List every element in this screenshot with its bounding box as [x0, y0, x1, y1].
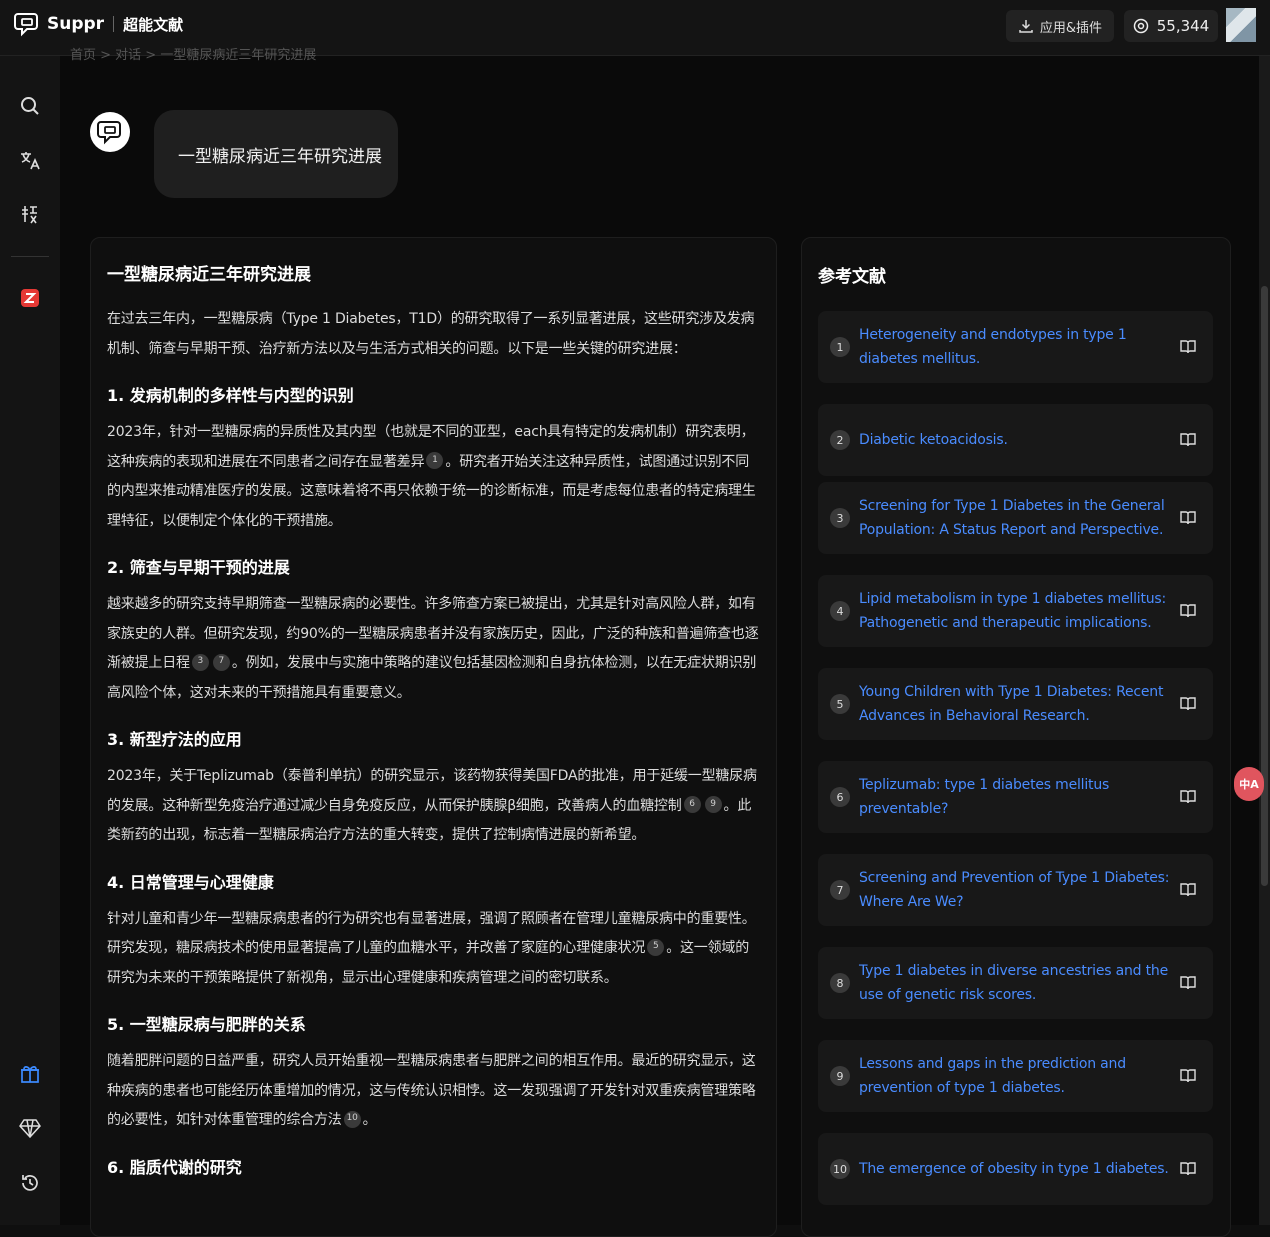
scrollbar-thumb[interactable] — [1261, 286, 1268, 886]
reference-number: 3 — [830, 508, 850, 528]
reference-card[interactable]: 8 Type 1 diabetes in diverse ancestries … — [818, 947, 1213, 1019]
reference-title-link[interactable]: Teplizumab: type 1 diabetes mellitus pre… — [859, 773, 1174, 821]
translate-icon[interactable] — [18, 148, 42, 172]
credits-count: 55,344 — [1156, 17, 1210, 35]
sidebar-divider — [11, 256, 49, 257]
section-paragraph: 越来越多的研究支持早期筛查一型糖尿病的必要性。许多筛查方案已被提出，尤其是针对高… — [107, 596, 759, 701]
citation-badge[interactable]: 5 — [647, 938, 665, 956]
question-text: 一型糖尿病近三年研究进展 — [178, 146, 382, 167]
assistant-avatar — [90, 112, 130, 152]
document-translate-icon[interactable] — [18, 202, 42, 226]
book-open-icon[interactable] — [1179, 788, 1197, 806]
scrollbar[interactable] — [1259, 56, 1270, 1225]
reference-number: 5 — [830, 694, 850, 714]
translate-float-button[interactable]: 中A — [1234, 767, 1264, 801]
brand-name: Suppr — [47, 14, 105, 34]
reference-number: 2 — [830, 430, 850, 450]
question-bubble: 一型糖尿病近三年研究进展 — [154, 110, 398, 198]
gift-icon[interactable] — [18, 1061, 42, 1085]
reference-title-link[interactable]: Lessons and gaps in the prediction and p… — [859, 1052, 1174, 1100]
book-open-icon[interactable] — [1179, 695, 1197, 713]
book-open-icon[interactable] — [1179, 602, 1197, 620]
reference-number: 1 — [830, 337, 850, 357]
suppr-logo-icon — [97, 121, 121, 145]
apps-plugins-label: 应用&插件 — [1039, 20, 1103, 36]
reference-card[interactable]: 3 Screening for Type 1 Diabetes in the G… — [818, 482, 1213, 554]
apps-plugins-button[interactable]: 应用&插件 — [1006, 10, 1114, 42]
book-open-icon[interactable] — [1179, 881, 1197, 899]
section-paragraph: 2023年，关于Teplizumab（泰普利单抗）的研究显示，该药物获得美国FD… — [107, 768, 757, 843]
reference-card[interactable]: 6 Teplizumab: type 1 diabetes mellitus p… — [818, 761, 1213, 833]
reference-card[interactable]: 2 Diabetic ketoacidosis. — [818, 404, 1213, 476]
reference-card[interactable]: 7 Screening and Prevention of Type 1 Dia… — [818, 854, 1213, 926]
book-open-icon[interactable] — [1179, 974, 1197, 992]
section-heading: 2. 筛查与早期干预的进展 — [107, 558, 290, 577]
suppr-logo-icon — [14, 13, 38, 37]
section-heading: 3. 新型疗法的应用 — [107, 730, 242, 749]
section-heading: 5. 一型糖尿病与肥胖的关系 — [107, 1015, 306, 1034]
references-title: 参考文献 — [818, 267, 886, 287]
reference-card[interactable]: 1 Heterogeneity and endotypes in type 1 … — [818, 311, 1213, 383]
reference-number: 9 — [830, 1066, 850, 1086]
reference-title-link[interactable]: Screening for Type 1 Diabetes in the Gen… — [859, 494, 1174, 542]
section-paragraph: 随着肥胖问题的日益严重，研究人员开始重视一型糖尿病患者与肥胖之间的相互作用。最近… — [107, 1053, 756, 1128]
answer-panel: 一型糖尿病近三年研究进展 在过去三年内，一型糖尿病（Type 1 Diabete… — [90, 237, 777, 1237]
product-name: 超能文献 — [123, 15, 184, 34]
section-heading: 6. 脂质代谢的研究 — [107, 1157, 242, 1177]
section-paragraph: 2023年，针对一型糖尿病的异质性及其内型（也就是不同的亚型，each具有特定的… — [107, 424, 756, 529]
citation-badge[interactable]: 10 — [343, 1110, 361, 1128]
reference-card[interactable]: 4 Lipid metabolism in type 1 diabetes me… — [818, 575, 1213, 647]
reference-number: 4 — [830, 601, 850, 621]
section-heading: 4. 日常管理与心理健康 — [107, 872, 274, 892]
book-open-icon[interactable] — [1179, 1160, 1197, 1178]
references-panel: 参考文献 1 Heterogeneity and endotypes in ty… — [801, 237, 1231, 1237]
translate-fab-label: 中A — [1239, 778, 1259, 791]
user-avatar[interactable] — [1226, 8, 1256, 42]
credits-button[interactable]: 55,344 — [1124, 10, 1218, 42]
answer-intro: 在过去三年内，一型糖尿病（Type 1 Diabetes，T1D）的研究取得了一… — [107, 311, 755, 357]
reference-title-link[interactable]: The emergence of obesity in type 1 diabe… — [859, 1157, 1174, 1181]
section-heading: 1. 发病机制的多样性与内型的识别 — [107, 386, 354, 405]
reference-card[interactable]: 5 Young Children with Type 1 Diabetes: R… — [818, 668, 1213, 740]
logo[interactable]: Suppr 超能文献 — [14, 11, 183, 37]
history-icon[interactable] — [18, 1171, 42, 1195]
coin-icon — [1133, 18, 1148, 34]
reference-title-link[interactable]: Young Children with Type 1 Diabetes: Rec… — [859, 680, 1174, 728]
answer-title: 一型糖尿病近三年研究进展 — [107, 265, 311, 285]
citation-badge[interactable]: 3 — [191, 653, 209, 671]
reference-number: 10 — [830, 1159, 850, 1179]
citation-badge[interactable]: 7 — [212, 653, 230, 671]
reference-title-link[interactable]: Screening and Prevention of Type 1 Diabe… — [859, 866, 1174, 914]
reference-card[interactable]: 10 The emergence of obesity in type 1 di… — [818, 1133, 1213, 1205]
reference-number: 7 — [830, 880, 850, 900]
brand-separator — [113, 16, 115, 32]
reference-number: 6 — [830, 787, 850, 807]
diamond-icon[interactable] — [18, 1116, 42, 1140]
zotero-icon[interactable] — [18, 286, 42, 310]
reference-title-link[interactable]: Diabetic ketoacidosis. — [859, 428, 1174, 452]
book-open-icon[interactable] — [1179, 1067, 1197, 1085]
citation-badge[interactable]: 9 — [704, 796, 722, 813]
download-icon — [1019, 20, 1033, 33]
breadcrumb: 首页 > 对话 > 一型糖尿病近三年研究进展 — [70, 48, 317, 63]
book-open-icon[interactable] — [1179, 509, 1197, 527]
search-icon[interactable] — [18, 94, 42, 118]
book-open-icon[interactable] — [1179, 338, 1197, 356]
citation-badge[interactable]: 6 — [683, 796, 701, 813]
reference-card[interactable]: 9 Lessons and gaps in the prediction and… — [818, 1040, 1213, 1112]
reference-title-link[interactable]: Lipid metabolism in type 1 diabetes mell… — [859, 587, 1174, 635]
reference-title-link[interactable]: Heterogeneity and endotypes in type 1 di… — [859, 323, 1174, 371]
book-open-icon[interactable] — [1179, 431, 1197, 449]
reference-number: 8 — [830, 973, 850, 993]
reference-title-link[interactable]: Type 1 diabetes in diverse ancestries an… — [859, 959, 1174, 1007]
citation-badge[interactable]: 1 — [426, 452, 444, 469]
sidebar — [0, 56, 60, 1225]
section-paragraph: 针对儿童和青少年一型糖尿病患者的行为研究也有显著进展，强调了照顾者在管理儿童糖尿… — [107, 910, 756, 986]
